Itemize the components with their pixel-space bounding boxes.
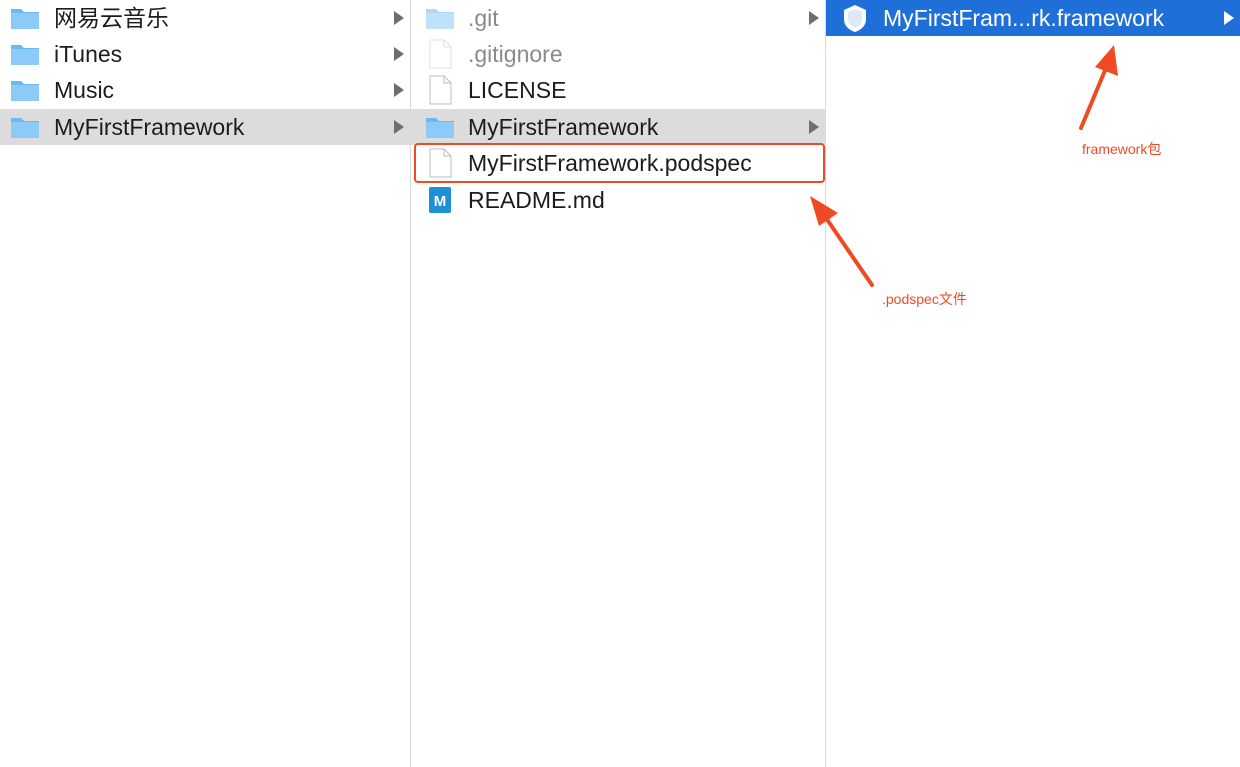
podspec-arrow-icon xyxy=(810,196,874,287)
finder-column-view: 网易云音乐 iTunes Music MyFirstFramework .git… xyxy=(0,0,1240,767)
podspec-annotation: .podspec文件 xyxy=(882,291,967,307)
annotation-arrows xyxy=(810,45,1118,287)
framework-annotation: framework包 xyxy=(1082,141,1162,157)
framework-arrow-icon xyxy=(1079,45,1118,130)
